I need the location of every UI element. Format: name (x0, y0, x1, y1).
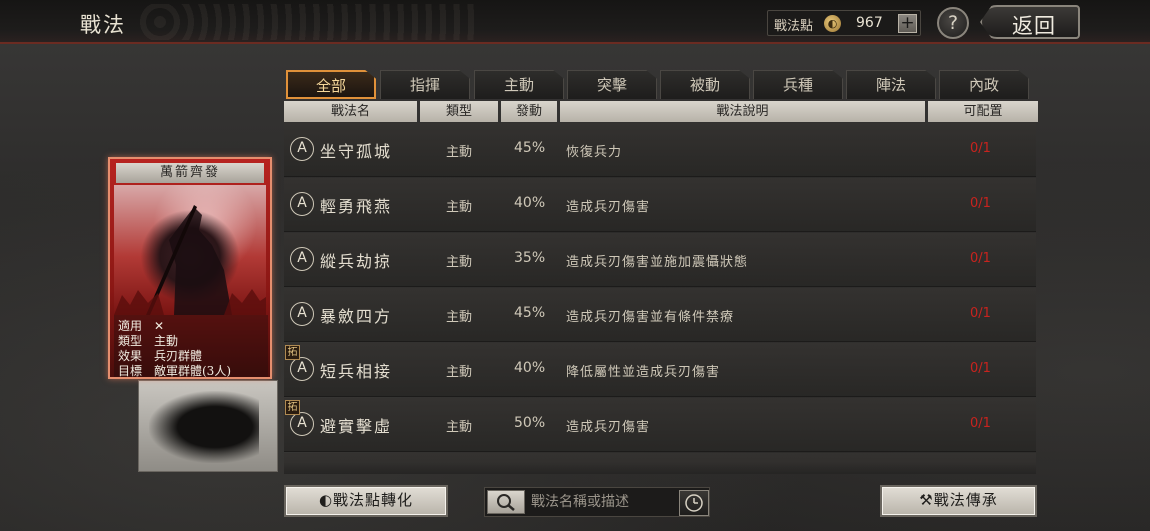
skill-config-count: 0/1 (970, 306, 991, 321)
column-header-name[interactable]: 戰法名 (284, 101, 417, 122)
tab-command[interactable]: 指揮 (380, 70, 470, 99)
column-header-description: 戰法說明 (560, 101, 925, 122)
grade-a-icon: A (290, 357, 314, 381)
expansion-tag-icon: 拓 (285, 400, 300, 415)
card-back (138, 380, 278, 472)
clock-icon (685, 494, 703, 512)
grade-a-icon: A (290, 192, 314, 216)
skill-description: 造成兵刃傷害 (566, 200, 651, 215)
skill-points-display: 戰法點 ◐ 967 + (767, 10, 921, 36)
skill-rate: 40% (514, 360, 546, 376)
skill-name: 暴斂四方 (320, 307, 393, 326)
search-icon (497, 494, 515, 511)
skill-config-count: 0/1 (970, 361, 991, 376)
selected-skill-card[interactable]: 萬箭齊發 適用 ✕ 類型 主動 效果 兵刃群體 目標 敵軍群體(3人) (108, 157, 272, 379)
grade-a-icon: A (290, 247, 314, 271)
skill-points-label: 戰法點 (774, 19, 814, 34)
help-button[interactable]: ? (937, 7, 969, 39)
table-row[interactable]: A 暴斂四方 主動 45% 造成兵刃傷害並有條件禁療 0/1 (284, 288, 1036, 342)
card-field-type: 類型 主動 (118, 334, 179, 348)
card-field-effect: 效果 兵刃群體 (118, 349, 203, 363)
back-button-label: 返回 (1012, 14, 1056, 38)
compass-icon: ◐ (318, 491, 334, 509)
skill-list: A 坐守孤城 主動 45% 恢復兵力 0/1 A 輕勇飛燕 主動 40% 造成兵… (284, 123, 1036, 472)
archer-silhouette-icon (114, 205, 266, 315)
column-header-rate[interactable]: 發動 (501, 101, 557, 122)
tab-assault[interactable]: 突擊 (567, 70, 657, 99)
table-header: 戰法名 類型 發動 戰法說明 可配置 (284, 101, 1038, 122)
header-ornament (140, 4, 480, 40)
skill-rate: 45% (514, 140, 546, 156)
table-row[interactable]: A 短兵相接 主動 40% 降低屬性並造成兵刃傷害 0/1 (284, 343, 1036, 397)
add-points-button[interactable]: + (898, 14, 917, 33)
table-row[interactable]: A 避實擊虛 主動 50% 造成兵刃傷害 0/1 (284, 398, 1036, 452)
expansion-tag-icon: 拓 (285, 345, 300, 360)
history-button[interactable] (679, 490, 709, 516)
table-row[interactable]: A 輕勇飛燕 主動 40% 造成兵刃傷害 0/1 (284, 178, 1036, 232)
hammer-icon: ⚒ (919, 491, 934, 509)
skill-type: 主動 (446, 310, 473, 325)
column-header-configurable[interactable]: 可配置 (928, 101, 1038, 122)
card-info-panel: 適用 ✕ 類型 主動 效果 兵刃群體 目標 敵軍群體(3人) (114, 315, 268, 378)
skill-type: 主動 (446, 420, 473, 435)
convert-points-button[interactable]: ◐戰法點轉化 (284, 485, 448, 517)
skill-rate: 40% (514, 195, 546, 211)
skill-rate: 35% (514, 250, 546, 266)
skill-description: 造成兵刃傷害並施加震懾狀態 (566, 255, 749, 270)
skill-name: 短兵相接 (320, 362, 393, 381)
category-tabs: 全部 指揮 主動 突擊 被動 兵種 陣法 內政 (286, 70, 1034, 100)
crossed-weapons-icon: ✕ (154, 319, 165, 333)
search-button[interactable] (487, 490, 525, 514)
skill-rate: 50% (514, 415, 546, 431)
tab-active[interactable]: 主動 (474, 70, 564, 99)
search-bar (484, 487, 710, 517)
card-field-target: 目標 敵軍群體(3人) (118, 364, 231, 378)
top-bar: 戰法 戰法點 ◐ 967 + ? 返回 (0, 0, 1150, 44)
card-field-applicable: 適用 ✕ (118, 319, 165, 333)
inherit-skill-button[interactable]: ⚒戰法傳承 (880, 485, 1037, 517)
skill-type: 主動 (446, 365, 473, 380)
tab-troop-type[interactable]: 兵種 (753, 70, 843, 99)
skill-config-count: 0/1 (970, 141, 991, 156)
skill-name: 輕勇飛燕 (320, 197, 393, 216)
back-button[interactable]: 返回 (980, 5, 1080, 39)
warrior-silhouette-image (149, 391, 259, 463)
card-title: 萬箭齊發 (116, 163, 264, 183)
skill-name: 避實擊虛 (320, 417, 393, 436)
skill-config-count: 0/1 (970, 416, 991, 431)
skill-type: 主動 (446, 255, 473, 270)
grade-a-icon: A (290, 137, 314, 161)
grade-a-icon: A (290, 412, 314, 436)
skill-type: 主動 (446, 200, 473, 215)
tab-passive[interactable]: 被動 (660, 70, 750, 99)
column-header-type[interactable]: 類型 (420, 101, 498, 122)
tab-internal-affairs[interactable]: 內政 (939, 70, 1029, 99)
skill-description: 造成兵刃傷害 (566, 420, 651, 435)
tab-formation[interactable]: 陣法 (846, 70, 936, 99)
skill-config-count: 0/1 (970, 196, 991, 211)
skill-description: 恢復兵力 (566, 145, 623, 160)
skill-config-count: 0/1 (970, 251, 991, 266)
skill-type: 主動 (446, 145, 473, 160)
skill-artwork-image (114, 185, 266, 315)
skill-name: 縱兵劫掠 (320, 252, 393, 271)
search-input[interactable] (531, 491, 671, 513)
skill-rate: 45% (514, 305, 546, 321)
skill-description: 降低屬性並造成兵刃傷害 (566, 365, 721, 380)
skill-description: 造成兵刃傷害並有條件禁療 (566, 310, 735, 325)
tab-all[interactable]: 全部 (286, 70, 376, 99)
list-fade (284, 462, 1036, 474)
page-title: 戰法 (80, 13, 126, 37)
skill-point-coin-icon: ◐ (824, 15, 841, 32)
skill-points-value: 967 (856, 15, 883, 31)
table-row[interactable]: A 坐守孤城 主動 45% 恢復兵力 0/1 (284, 123, 1036, 177)
table-row[interactable]: A 縱兵劫掠 主動 35% 造成兵刃傷害並施加震懾狀態 0/1 (284, 233, 1036, 287)
skill-name: 坐守孤城 (320, 142, 393, 161)
grade-a-icon: A (290, 302, 314, 326)
